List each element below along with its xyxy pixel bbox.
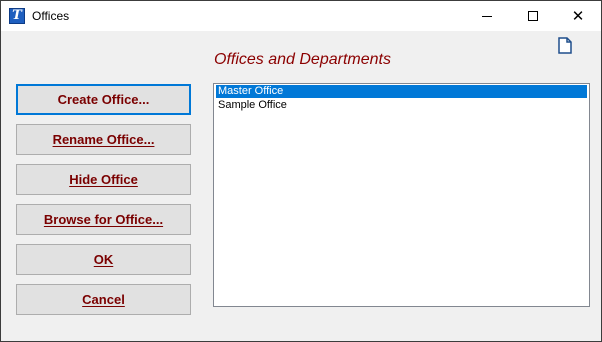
ok-button[interactable]: OK [16,244,191,275]
list-item-sample-office[interactable]: Sample Office [216,99,587,112]
rename-office-label: Rename Office... [52,132,155,147]
maximize-button[interactable] [510,1,556,31]
list-item-master-office[interactable]: Master Office [216,85,587,98]
browse-office-button[interactable]: Browse for Office... [16,204,191,235]
hide-office-label: Hide Office [69,172,138,187]
maximize-icon [528,11,538,21]
browse-office-label: Browse for Office... [43,212,164,227]
document-icon[interactable] [558,37,572,54]
cancel-label: Cancel [82,292,125,307]
page-title: Offices and Departments [214,51,391,68]
close-button[interactable]: ✕ [555,1,601,31]
ok-label: OK [93,252,114,267]
app-icon: T [9,8,25,24]
offices-list[interactable]: Master Office Sample Office [213,83,590,307]
offices-window: T Offices ✕ Offices and Departments Crea… [0,0,602,342]
create-office-button[interactable]: Create Office... [16,84,191,115]
minimize-button[interactable] [464,1,510,31]
create-office-label: Create Office... [57,92,150,107]
close-icon: ✕ [571,6,585,25]
title-bar[interactable]: T Offices ✕ [1,1,601,31]
rename-office-button[interactable]: Rename Office... [16,124,191,155]
cancel-button[interactable]: Cancel [16,284,191,315]
window-title: Offices [32,9,70,23]
minimize-icon [482,15,492,17]
hide-office-button[interactable]: Hide Office [16,164,191,195]
